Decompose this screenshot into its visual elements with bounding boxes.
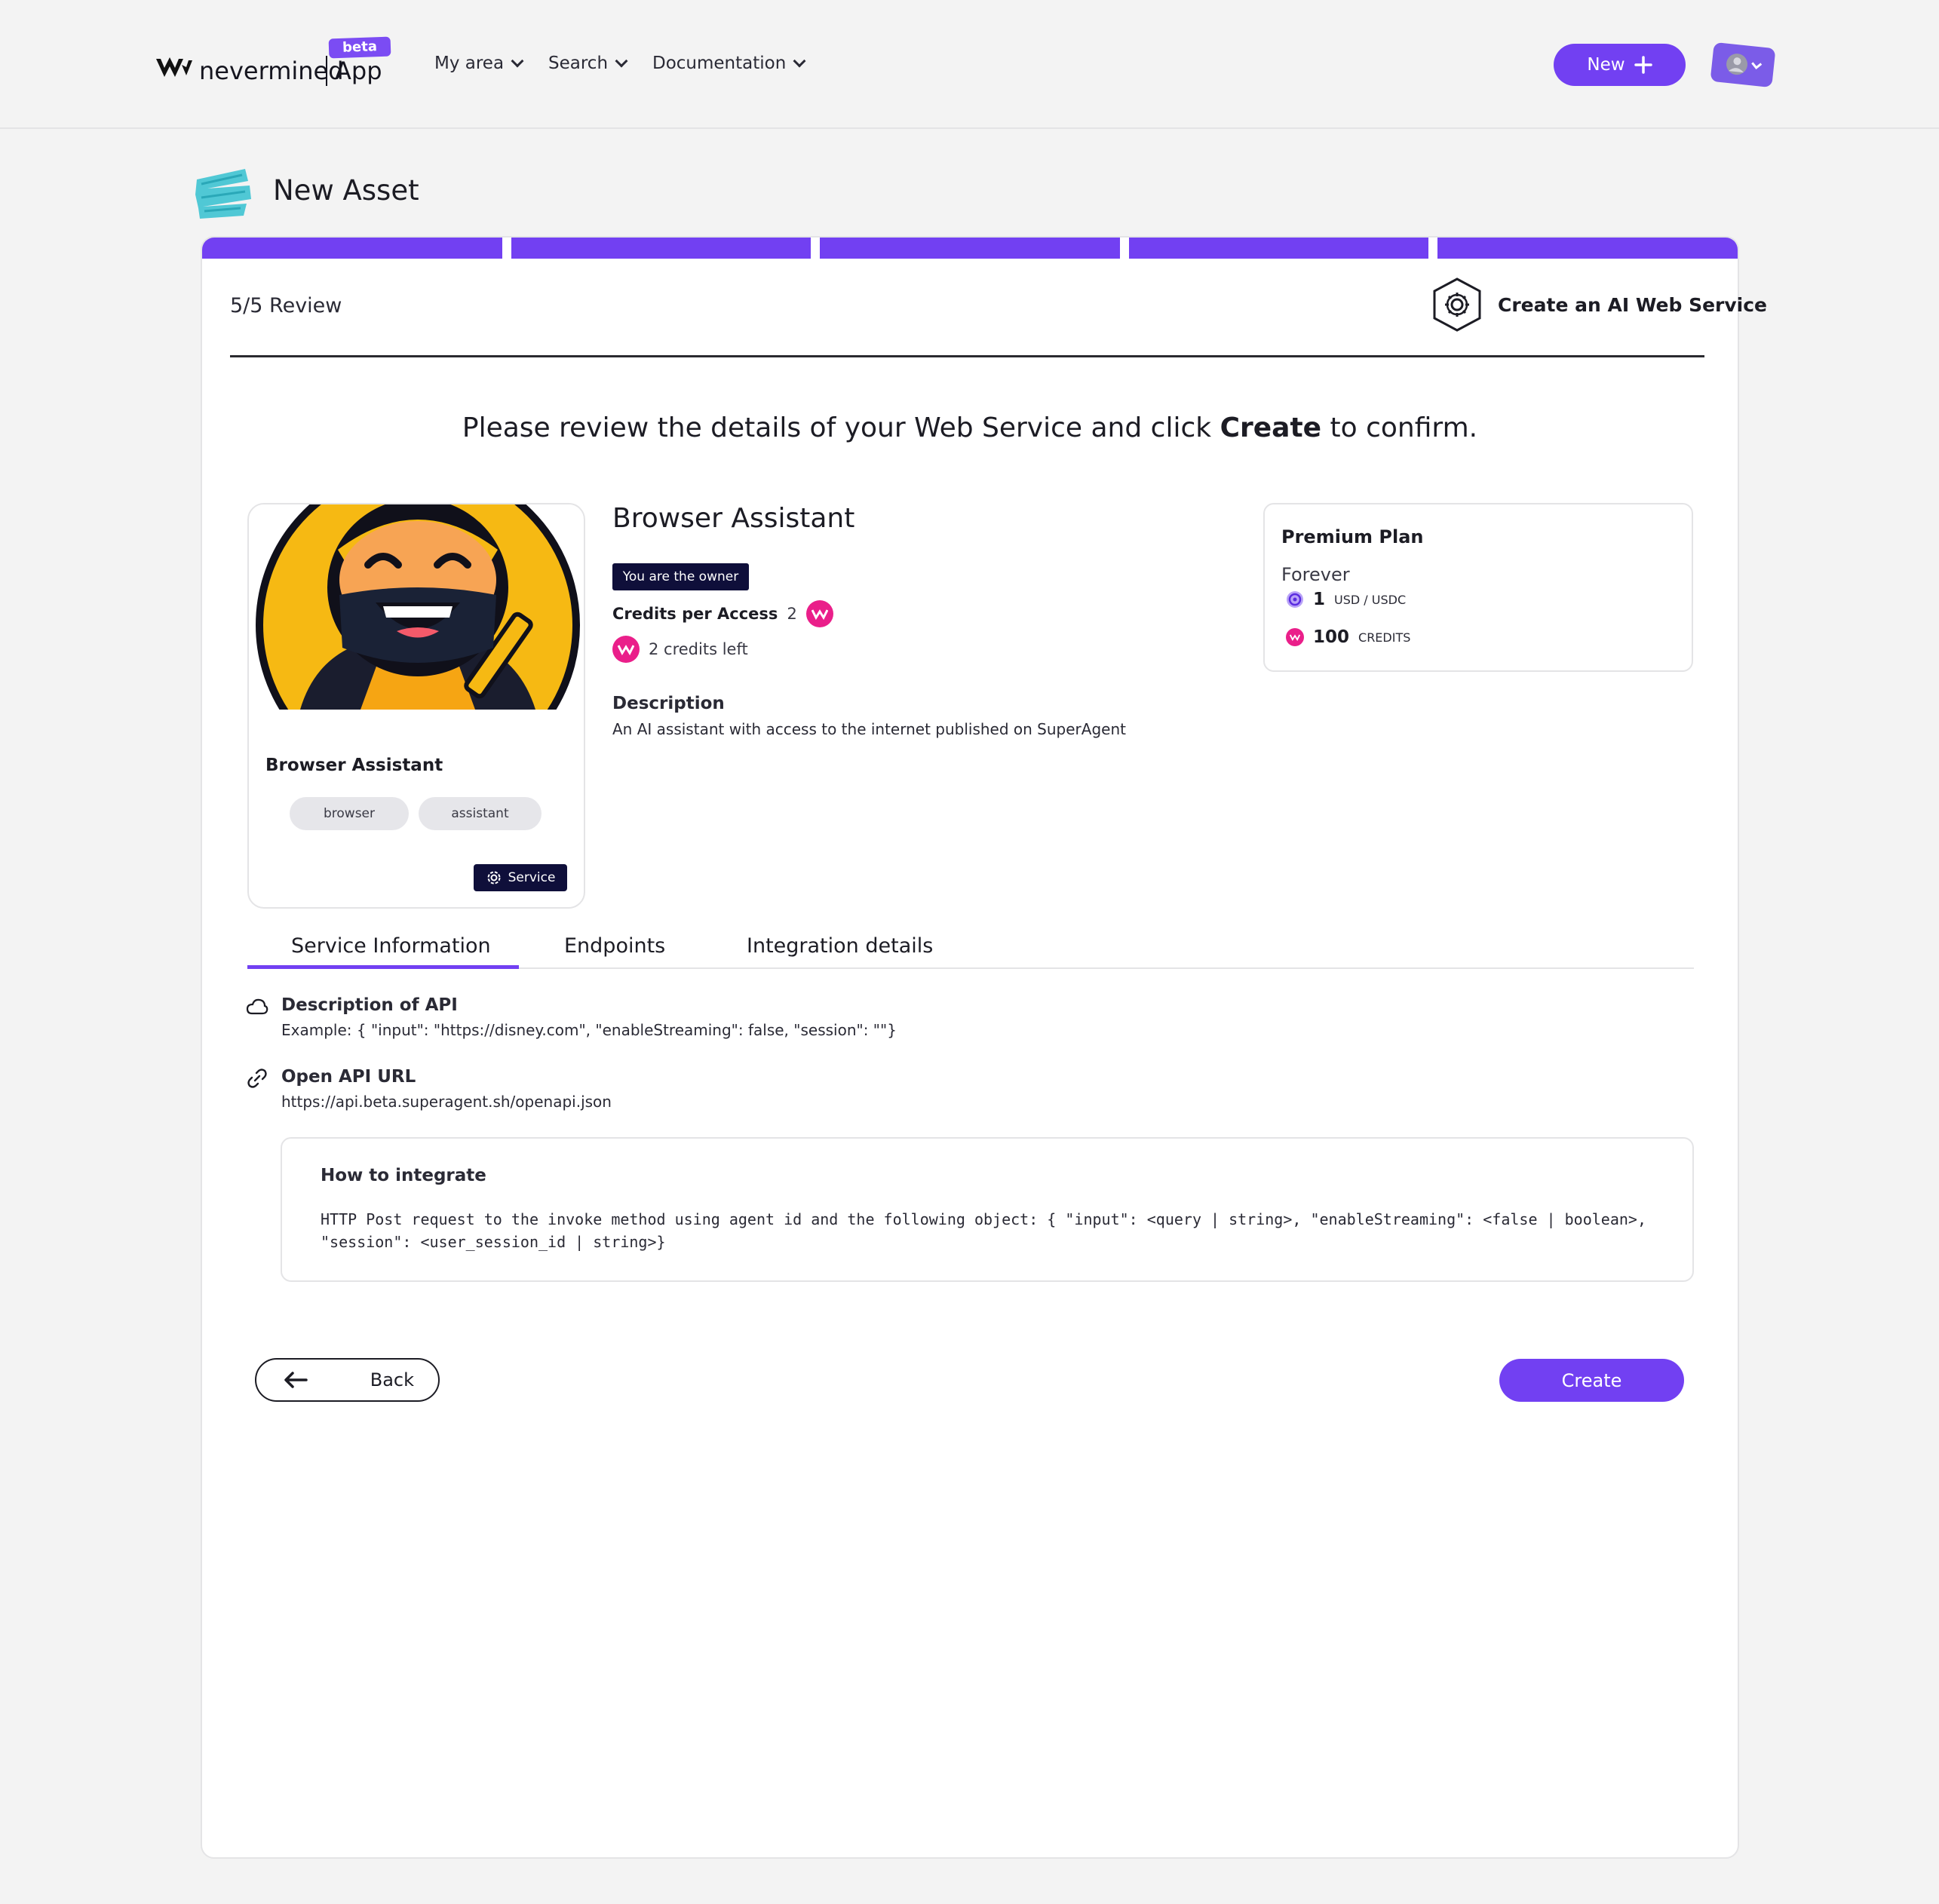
cloud-icon (246, 998, 268, 1015)
progress-step (511, 238, 811, 259)
logo-text[interactable]: nevermined (199, 54, 344, 87)
back-button-label: Back (370, 1369, 414, 1390)
back-button[interactable]: Back (255, 1358, 440, 1402)
progress-step (1128, 238, 1429, 259)
logo-separator (326, 56, 327, 86)
gear-icon (487, 871, 501, 885)
nevermined-coin-icon (1286, 628, 1304, 646)
openapi-url-heading: Open API URL (281, 1067, 416, 1087)
headline-text-end: to confirm. (1321, 412, 1478, 443)
usdc-coin-icon (1287, 591, 1303, 608)
page-title: New Asset (273, 174, 419, 207)
review-instruction: Please review the details of your Web Se… (201, 410, 1739, 446)
integration-code: HTTP Post request to the invoke method u… (321, 1210, 1646, 1251)
headline-text: Please review the details of your Web Se… (462, 412, 1220, 443)
tag-browser[interactable]: browser (290, 797, 409, 830)
description-heading: Description (612, 694, 725, 713)
chevron-down-icon (793, 54, 806, 68)
asset-type-label: Create an AI Web Service (1498, 293, 1768, 316)
api-description-heading: Description of API (281, 995, 458, 1015)
integration-heading: How to integrate (321, 1166, 486, 1185)
ninja-mascot-image (255, 504, 581, 710)
nav-documentation-label: Documentation (652, 54, 787, 73)
link-icon (247, 1069, 267, 1088)
nevermined-coin-icon (612, 636, 640, 663)
credits-per-access-label: Credits per Access (612, 605, 778, 623)
tab-service-information[interactable]: Service Information (291, 933, 491, 960)
beta-badge: beta (328, 36, 391, 59)
asset-type-indicator: Create an AI Web Service (1428, 276, 1767, 333)
progress-step (820, 238, 1120, 259)
arrow-left-icon (284, 1372, 308, 1388)
logo-app-text[interactable]: App (335, 54, 382, 87)
step-label: 5/5 Review (230, 294, 342, 317)
service-chip-label: Service (508, 870, 556, 885)
new-asset-brush-icon (195, 169, 251, 219)
new-button[interactable]: New (1554, 44, 1686, 86)
wizard-card (201, 236, 1739, 1859)
headline-bold: Create (1220, 412, 1322, 443)
nav-search[interactable]: Search (548, 51, 628, 75)
active-tab-indicator (247, 965, 519, 969)
tab-integration-details[interactable]: Integration details (747, 933, 933, 960)
plus-icon (1634, 56, 1652, 74)
nevermined-logo-icon[interactable] (155, 54, 194, 81)
nav-my-area[interactable]: My area (434, 51, 524, 75)
divider (230, 355, 1704, 357)
service-type-chip: Service (474, 864, 567, 891)
progress-step (1437, 238, 1738, 259)
chevron-down-icon (511, 54, 524, 68)
progress-step (202, 238, 502, 259)
asset-title: Browser Assistant (612, 503, 855, 534)
asset-card-name: Browser Assistant (265, 756, 443, 775)
wizard-progress-bar (202, 238, 1738, 259)
credits-per-access-value: 2 (787, 605, 797, 623)
plan-price-unit: USD / USDC (1334, 592, 1407, 607)
gear-hexagon-icon (1433, 277, 1481, 332)
credits-left: 2 credits left (612, 636, 748, 663)
nav-my-area-label: My area (434, 54, 505, 73)
plan-credits-unit: CREDITS (1358, 630, 1411, 645)
description-text: An AI assistant with access to the inter… (612, 720, 1126, 738)
chevron-down-icon (615, 54, 628, 68)
credits-per-access: Credits per Access 2 (612, 600, 833, 627)
user-avatar-icon (1726, 54, 1763, 75)
plan-price-value: 1 (1313, 590, 1326, 609)
api-description-text: Example: { "input": "https://disney.com"… (281, 1021, 897, 1039)
plan-title: Premium Plan (1281, 526, 1424, 547)
plan-duration: Forever (1281, 564, 1350, 585)
plan-price: 1 USD / USDC (1286, 590, 1406, 609)
nevermined-coin-icon (805, 600, 833, 627)
credits-left-text: 2 credits left (649, 640, 748, 658)
nav-documentation[interactable]: Documentation (652, 51, 806, 75)
asset-preview-card[interactable] (247, 503, 585, 909)
nav-search-label: Search (548, 54, 609, 73)
create-button[interactable]: Create (1499, 1359, 1684, 1402)
user-menu-button[interactable] (1710, 41, 1776, 88)
plan-credits-value: 100 (1313, 627, 1350, 647)
tag-assistant[interactable]: assistant (419, 797, 542, 830)
plan-credits: 100 CREDITS (1286, 627, 1410, 647)
tab-endpoints[interactable]: Endpoints (564, 933, 665, 960)
new-button-label: New (1587, 55, 1625, 75)
owner-badge: You are the owner (612, 563, 749, 590)
openapi-url[interactable]: https://api.beta.superagent.sh/openapi.j… (281, 1093, 612, 1111)
